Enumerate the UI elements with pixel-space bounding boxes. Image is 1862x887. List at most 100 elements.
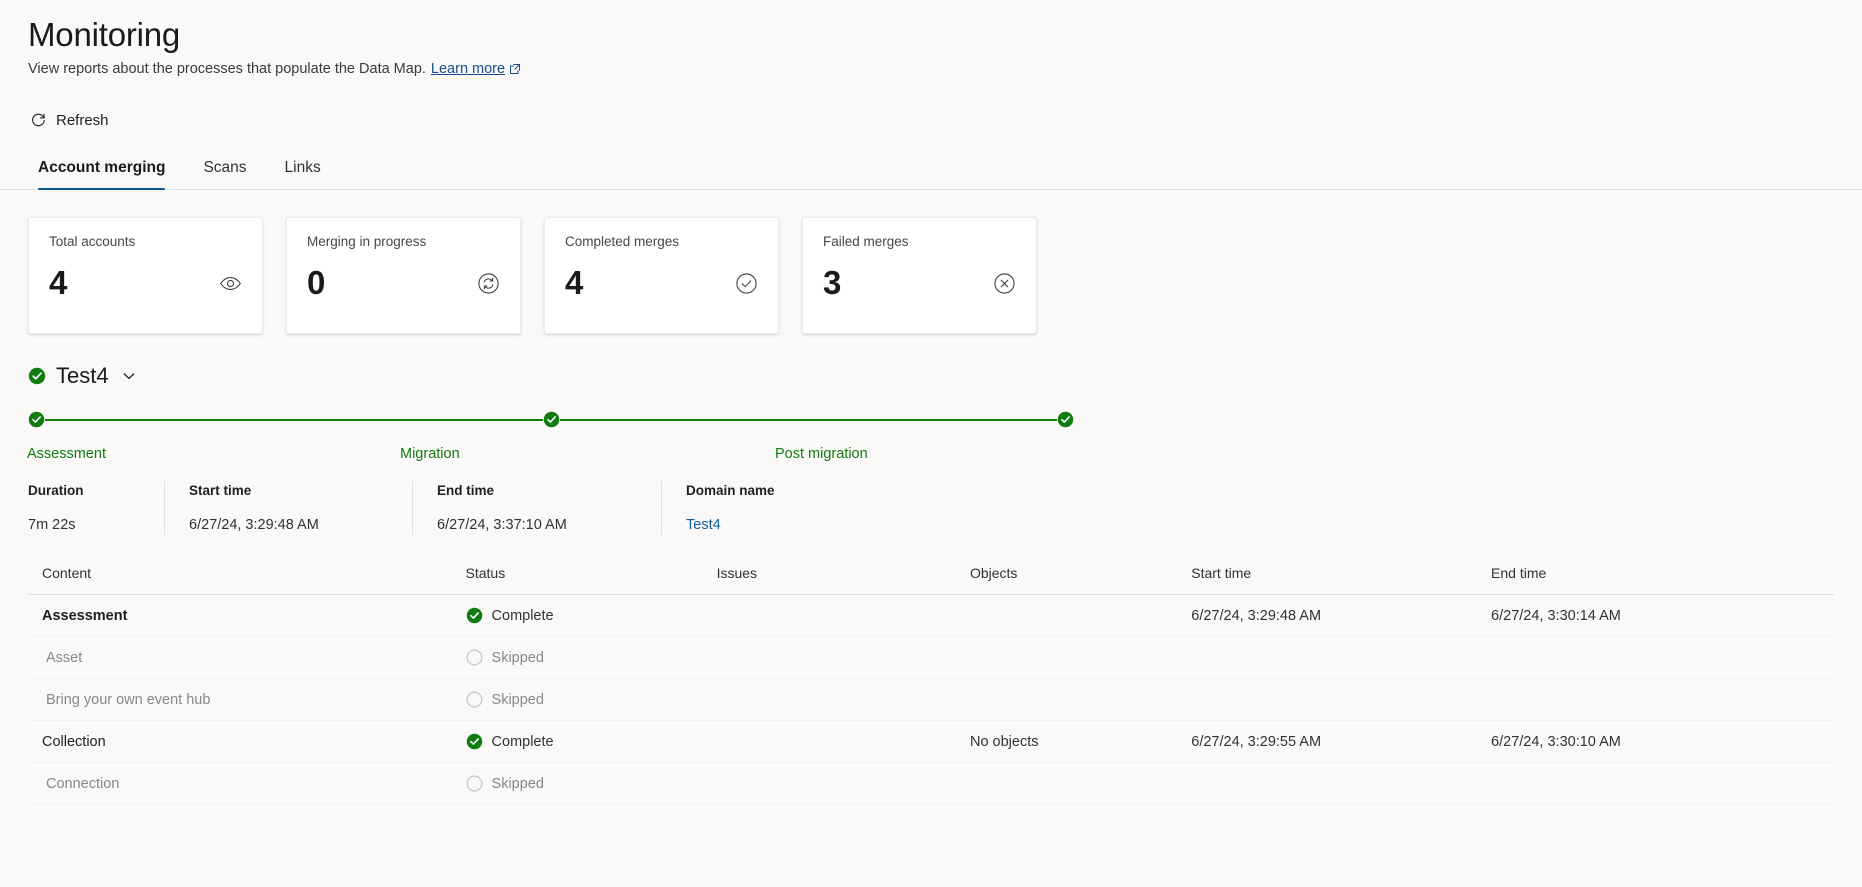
col-header-status[interactable]: Status xyxy=(451,565,703,595)
cell-status: Skipped xyxy=(451,762,703,805)
cell-end-time: 6/27/24, 3:30:14 AM xyxy=(1477,594,1834,637)
cell-start-time xyxy=(1177,762,1478,805)
cell-end-time xyxy=(1477,762,1834,805)
detail-domain-name-value[interactable]: Test4 xyxy=(686,515,899,535)
col-header-content[interactable]: Content xyxy=(28,565,452,595)
col-header-objects[interactable]: Objects xyxy=(955,565,1178,595)
card-total-accounts-value: 4 xyxy=(49,264,68,301)
refresh-label: Refresh xyxy=(56,112,109,129)
card-completed-merges-value: 4 xyxy=(565,264,584,301)
detail-end-time-value: 6/27/24, 3:37:10 AM xyxy=(437,517,567,533)
cell-end-time xyxy=(1477,678,1834,721)
status-badge: Skipped xyxy=(466,649,695,666)
metric-cards: Total accounts 4 Merging in progress 0 C… xyxy=(28,217,1834,334)
cell-objects xyxy=(955,678,1178,721)
cell-content: Collection xyxy=(28,720,452,763)
card-merging-in-progress-body: 0 xyxy=(307,264,502,302)
detail-duration: Duration 7m 22s xyxy=(28,481,164,535)
status-badge: Complete xyxy=(466,607,695,624)
progress-stepper xyxy=(28,411,1834,428)
table-header-row: Content Status Issues Objects Start time… xyxy=(28,565,1834,595)
card-failed-merges[interactable]: Failed merges 3 xyxy=(802,217,1037,334)
learn-more-link[interactable]: Learn more xyxy=(431,61,521,77)
table-body: Assessment Complete 6/27/24, 3:29:48 AM … xyxy=(28,594,1834,805)
tab-account-merging-label: Account merging xyxy=(38,159,166,176)
status-label: Skipped xyxy=(491,649,544,666)
table-row[interactable]: Connection Skipped xyxy=(28,762,1834,805)
col-header-start-time[interactable]: Start time xyxy=(1177,565,1478,595)
run-name: Test4 xyxy=(56,363,109,388)
cell-status: Complete xyxy=(451,720,703,763)
cell-status: Complete xyxy=(451,594,703,637)
cell-end-time: 6/27/24, 3:30:10 AM xyxy=(1477,720,1834,763)
refresh-button[interactable]: Refresh xyxy=(28,107,117,134)
tab-links[interactable]: Links xyxy=(275,150,331,189)
tab-scans-label: Scans xyxy=(203,159,247,176)
cell-issues xyxy=(702,762,956,805)
cell-start-time: 6/27/24, 3:29:55 AM xyxy=(1177,720,1478,763)
step-assessment-label: Assessment xyxy=(27,446,106,462)
tab-links-label: Links xyxy=(284,159,321,176)
status-label: Skipped xyxy=(491,691,544,708)
content-table: Content Status Issues Objects Start time… xyxy=(28,565,1834,805)
cell-objects xyxy=(955,762,1178,805)
detail-start-time: Start time 6/27/24, 3:29:48 AM xyxy=(164,481,412,535)
page-header: Monitoring View reports about the proces… xyxy=(28,0,1834,77)
card-merging-in-progress[interactable]: Merging in progress 0 xyxy=(286,217,521,334)
circle-outline-icon xyxy=(466,775,483,792)
run-header-test4[interactable]: Test4 xyxy=(28,362,137,390)
cell-start-time: 6/27/24, 3:29:48 AM xyxy=(1177,594,1478,637)
table-header: Content Status Issues Objects Start time… xyxy=(28,565,1834,595)
table-row[interactable]: Bring your own event hub Skipped xyxy=(28,678,1834,721)
check-filled-icon xyxy=(466,733,483,750)
step-assessment xyxy=(28,411,45,428)
cell-issues xyxy=(702,636,956,679)
step-migration xyxy=(543,411,560,428)
cell-content: Assessment xyxy=(28,594,452,637)
tab-scans[interactable]: Scans xyxy=(193,150,256,189)
monitoring-page: Monitoring View reports about the proces… xyxy=(0,0,1862,887)
cell-status: Skipped xyxy=(451,678,703,721)
stepper-labels: Assessment Migration Post migration xyxy=(27,437,1834,462)
cell-issues xyxy=(702,720,956,763)
tab-account-merging[interactable]: Account merging xyxy=(28,150,175,190)
card-completed-merges-label: Completed merges xyxy=(565,234,680,249)
refresh-icon xyxy=(30,112,47,129)
detail-end-time-label: End time xyxy=(437,483,495,498)
detail-end-time: End time 6/27/24, 3:37:10 AM xyxy=(412,481,661,535)
chevron-down-icon[interactable] xyxy=(121,368,137,384)
page-title: Monitoring xyxy=(28,16,181,53)
cell-content: Asset xyxy=(28,636,452,679)
cell-objects xyxy=(955,594,1178,637)
detail-start-time-value: 6/27/24, 3:29:48 AM xyxy=(189,517,319,533)
sync-circle-icon xyxy=(477,272,500,295)
step-connector-2 xyxy=(559,419,1057,421)
step-post-migration-icon xyxy=(1057,411,1074,428)
card-completed-merges-body: 4 xyxy=(565,264,760,302)
circle-outline-icon xyxy=(466,691,483,708)
card-completed-merges[interactable]: Completed merges 4 xyxy=(544,217,779,334)
card-total-accounts-body: 4 xyxy=(49,264,244,302)
detail-domain-name: Domain name Test4 xyxy=(661,481,921,535)
cell-objects xyxy=(955,636,1178,679)
status-badge: Complete xyxy=(466,733,695,750)
status-badge: Skipped xyxy=(466,691,695,708)
step-post-migration xyxy=(1057,411,1074,428)
cell-start-time xyxy=(1177,636,1478,679)
table-row[interactable]: Assessment Complete 6/27/24, 3:29:48 AM … xyxy=(28,594,1834,637)
subtitle-text: View reports about the processes that po… xyxy=(28,61,426,77)
card-merging-in-progress-label: Merging in progress xyxy=(307,234,427,249)
card-total-accounts-label: Total accounts xyxy=(49,234,136,249)
card-total-accounts[interactable]: Total accounts 4 xyxy=(28,217,263,334)
table-row[interactable]: Asset Skipped xyxy=(28,636,1834,679)
cell-content: Bring your own event hub xyxy=(28,678,452,721)
card-failed-merges-body: 3 xyxy=(823,264,1018,302)
table-row[interactable]: Collection Complete No objects 6/27/24, … xyxy=(28,720,1834,763)
command-bar: Refresh xyxy=(28,107,1834,134)
col-header-end-time[interactable]: End time xyxy=(1477,565,1834,595)
col-header-issues[interactable]: Issues xyxy=(702,565,956,595)
detail-duration-label: Duration xyxy=(28,483,84,498)
step-post-migration-label: Post migration xyxy=(775,446,868,462)
external-link-icon xyxy=(509,63,521,75)
card-failed-merges-value: 3 xyxy=(823,264,842,301)
